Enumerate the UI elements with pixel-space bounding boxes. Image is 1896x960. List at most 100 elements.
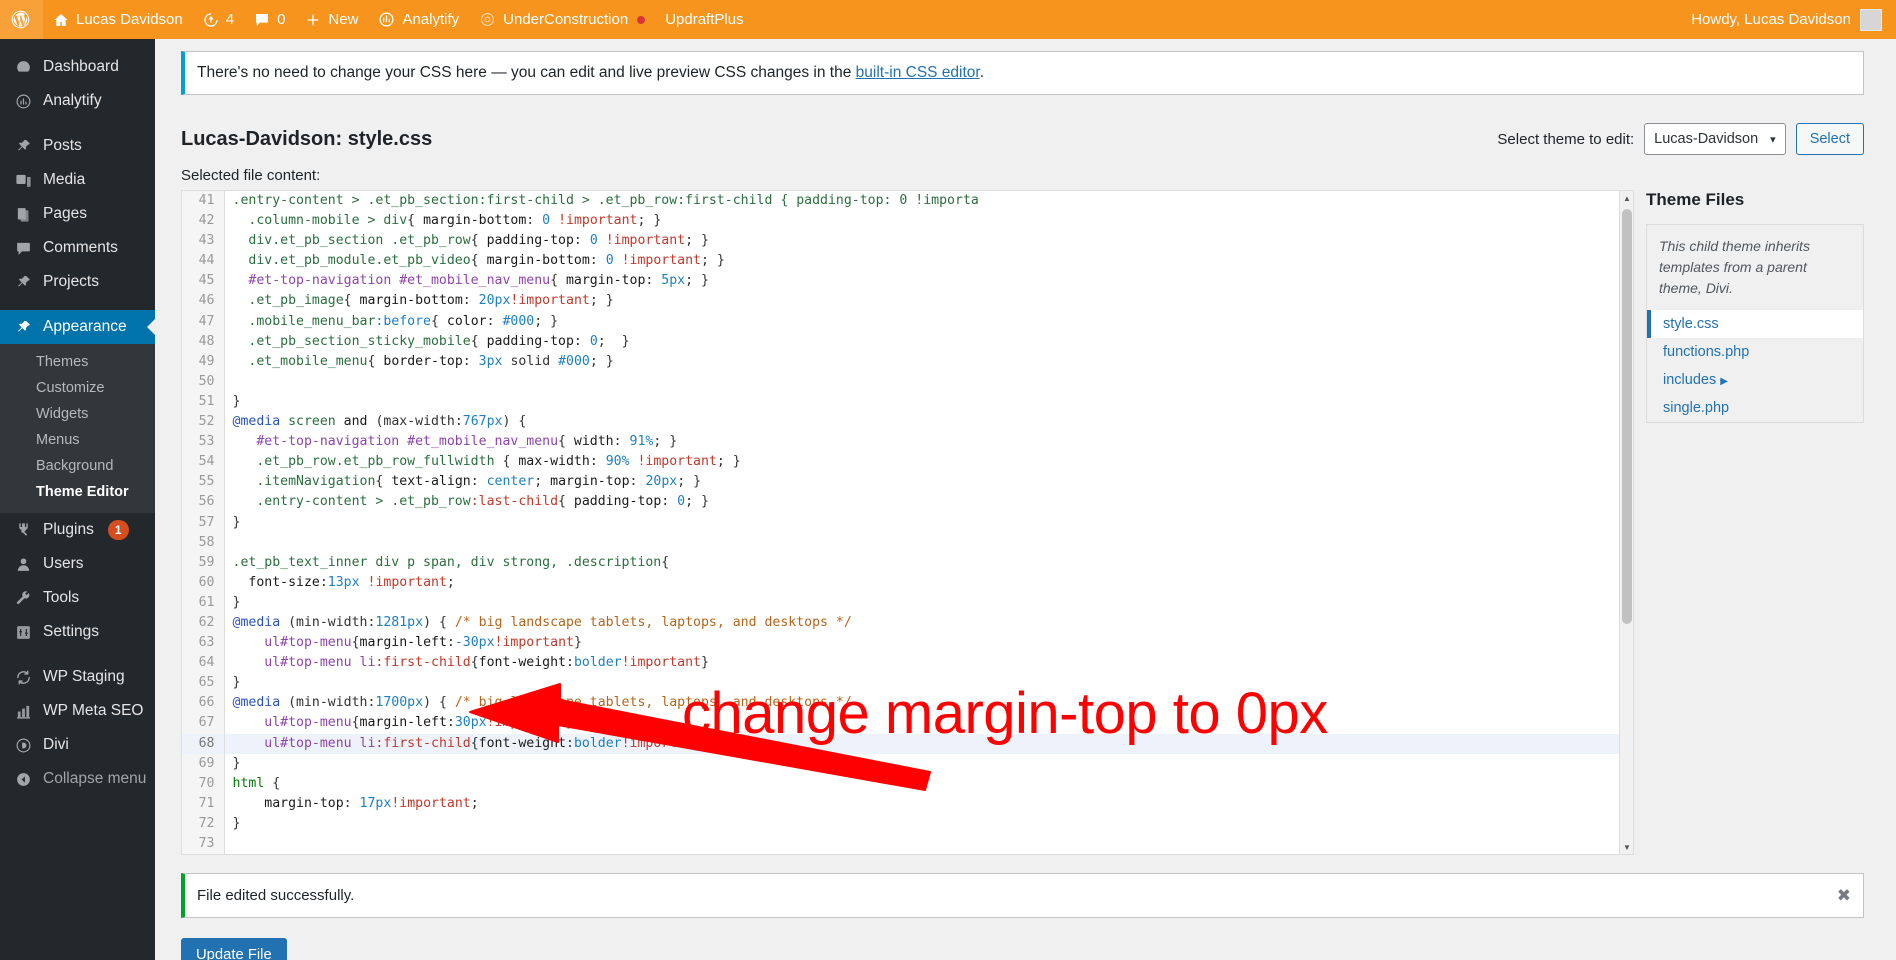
code-line-content[interactable]: .et_pb_row.et_pb_row_fullwidth { max-wid…: [224, 452, 1619, 472]
updraftplus-menu[interactable]: UpdraftPlus: [655, 0, 753, 39]
code-line-content[interactable]: [224, 372, 1619, 392]
code-line[interactable]: 61}: [182, 592, 1619, 613]
code-line[interactable]: 64 ul#top-menu li:first-child{font-weigh…: [182, 653, 1619, 674]
code-line-content[interactable]: div.et_pb_section .et_pb_row{ padding-to…: [224, 231, 1619, 251]
code-line[interactable]: 71 margin-top: 17px!important;: [182, 793, 1619, 814]
code-line[interactable]: 52 @media screen and (max-width:767px) {: [182, 412, 1619, 433]
code-line-content[interactable]: #et-top-navigation #et_mobile_nav_menu{ …: [224, 271, 1619, 291]
sidebar-subitem-widgets[interactable]: Widgets: [0, 401, 155, 427]
code-line[interactable]: 49 .et_mobile_menu{ border-top: 3px soli…: [182, 351, 1619, 372]
theme-select-dropdown[interactable]: Lucas-Davidson ▾: [1644, 123, 1786, 155]
code-line-content[interactable]: .et_pb_text_inner div p span, div strong…: [224, 553, 1619, 573]
sidebar-item-users[interactable]: Users: [0, 547, 155, 581]
scrollbar-up-arrow-icon[interactable]: ▲: [1620, 191, 1633, 205]
site-name-menu[interactable]: Lucas Davidson: [43, 0, 193, 39]
code-line[interactable]: 50: [182, 371, 1619, 392]
sidebar-item-divi[interactable]: Divi: [0, 728, 155, 762]
code-line[interactable]: 72}: [182, 813, 1619, 834]
sidebar-item-appearance[interactable]: Appearance: [0, 310, 155, 344]
code-line-content[interactable]: html {: [224, 774, 1619, 794]
updates-menu[interactable]: 4: [193, 0, 244, 39]
sidebar-item-wp-staging[interactable]: WP Staging: [0, 660, 155, 694]
code-line-content[interactable]: }: [224, 392, 1619, 412]
code-line[interactable]: 60 font-size:13px !important;: [182, 572, 1619, 593]
code-line[interactable]: 57}: [182, 512, 1619, 533]
code-line[interactable]: 54 .et_pb_row.et_pb_row_fullwidth { max-…: [182, 452, 1619, 473]
sidebar-subitem-customize[interactable]: Customize: [0, 375, 155, 401]
sidebar-item-wp-meta-seo[interactable]: WP Meta SEO: [0, 694, 155, 728]
code-line[interactable]: 42 .column-mobile > div{ margin-bottom: …: [182, 211, 1619, 232]
code-line-content[interactable]: }: [224, 814, 1619, 834]
new-content-menu[interactable]: New: [295, 0, 368, 39]
sidebar-subitem-theme-editor[interactable]: Theme Editor: [0, 479, 155, 505]
sidebar-item-posts[interactable]: Posts: [0, 129, 155, 163]
code-line[interactable]: 41 .entry-content > .et_pb_section:first-…: [182, 191, 1619, 212]
analytify-menu[interactable]: Analytify: [368, 0, 469, 39]
code-line[interactable]: 73: [182, 834, 1619, 854]
code-line-content[interactable]: ul#top-menu li:first-child{font-weight:b…: [224, 653, 1619, 673]
code-line[interactable]: 70 html {: [182, 773, 1619, 794]
code-line[interactable]: 66 @media (min-width:1700px) { /* big lan…: [182, 693, 1619, 714]
sidebar-item-settings[interactable]: Settings: [0, 615, 155, 649]
editor-vertical-scrollbar[interactable]: ▲ ▼: [1619, 191, 1633, 854]
code-line-content[interactable]: .et_mobile_menu{ border-top: 3px solid #…: [224, 352, 1619, 372]
code-line-content[interactable]: ul#top-menu{margin-left:30px!important}: [224, 713, 1619, 733]
code-line[interactable]: 51}: [182, 391, 1619, 413]
code-line-content[interactable]: }: [224, 673, 1619, 693]
file-item-single-php[interactable]: single.php: [1647, 394, 1863, 422]
code-line-content[interactable]: [224, 834, 1619, 854]
sidebar-subitem-themes[interactable]: Themes: [0, 349, 155, 375]
code-line-content[interactable]: @media screen and (max-width:767px) {: [224, 412, 1619, 432]
sidebar-item-plugins[interactable]: Plugins 1: [0, 513, 155, 547]
sidebar-item-projects[interactable]: Projects: [0, 265, 155, 299]
code-line-content[interactable]: margin-top: 17px!important;: [224, 794, 1619, 814]
code-line-content[interactable]: .mobile_menu_bar:before{ color: #000; }: [224, 312, 1619, 332]
sidebar-item-pages[interactable]: Pages: [0, 197, 155, 231]
code-line[interactable]: 67 ul#top-menu{margin-left:30px!importan…: [182, 713, 1619, 734]
sidebar-item-media[interactable]: Media: [0, 163, 155, 197]
sidebar-subitem-menus[interactable]: Menus: [0, 427, 155, 453]
sidebar-item-comments[interactable]: Comments: [0, 231, 155, 265]
code-line-content[interactable]: .itemNavigation{ text-align: center; mar…: [224, 472, 1619, 492]
comments-menu[interactable]: 0: [244, 0, 295, 39]
code-line[interactable]: 68 ul#top-menu li:first-child{font-weigh…: [182, 733, 1619, 754]
sidebar-item-collapse-menu[interactable]: Collapse menu: [0, 762, 155, 796]
code-line[interactable]: 46 .et_pb_image{ margin-bottom: 20px!imp…: [182, 291, 1619, 312]
code-line-content[interactable]: }: [224, 754, 1619, 774]
update-file-button[interactable]: Update File: [181, 938, 287, 960]
file-item-includes-folder[interactable]: includes ▶: [1647, 366, 1863, 394]
code-line-content[interactable]: .entry-content > .et_pb_section:first-ch…: [224, 191, 1619, 211]
file-item-style-css[interactable]: style.css: [1647, 310, 1863, 338]
code-line[interactable]: 43 div.et_pb_section .et_pb_row{ padding…: [182, 231, 1619, 252]
code-line-content[interactable]: .column-mobile > div{ margin-bottom: 0 !…: [224, 211, 1619, 231]
code-editor[interactable]: 41 .entry-content > .et_pb_section:first-…: [181, 190, 1634, 855]
file-item-functions-php[interactable]: functions.php: [1647, 338, 1863, 366]
scrollbar-down-arrow-icon[interactable]: ▼: [1620, 840, 1633, 854]
code-line-content[interactable]: ul#top-menu{margin-left:-30px!important}: [224, 633, 1619, 653]
code-line[interactable]: 65}: [182, 673, 1619, 694]
sidebar-item-dashboard[interactable]: Dashboard: [0, 50, 155, 84]
code-line[interactable]: 62 @media (min-width:1281px) { /* big lan…: [182, 612, 1619, 634]
code-line-content[interactable]: .entry-content > .et_pb_row:last-child{ …: [224, 492, 1619, 512]
my-account-menu[interactable]: Howdy, Lucas Davidson: [1691, 8, 1896, 31]
code-line[interactable]: 45 #et-top-navigation #et_mobile_nav_men…: [182, 271, 1619, 292]
code-line[interactable]: 69}: [182, 753, 1619, 774]
code-line[interactable]: 63 ul#top-menu{margin-left:-30px!importa…: [182, 633, 1619, 654]
code-line[interactable]: 48 .et_pb_section_sticky_mobile{ padding…: [182, 331, 1619, 352]
wordpress-logo-button[interactable]: [0, 0, 43, 39]
code-line-content[interactable]: #et-top-navigation #et_mobile_nav_menu{ …: [224, 432, 1619, 452]
code-line[interactable]: 44 div.et_pb_module.et_pb_video{ margin-…: [182, 251, 1619, 272]
code-line-content[interactable]: [224, 533, 1619, 553]
code-line[interactable]: 47 .mobile_menu_bar:before{ color: #000;…: [182, 311, 1619, 332]
select-theme-button[interactable]: Select: [1795, 123, 1864, 155]
underconstruction-menu[interactable]: UnderConstruction: [469, 0, 655, 39]
code-line[interactable]: 56 .entry-content > .et_pb_row:last-chil…: [182, 492, 1619, 513]
code-line[interactable]: 55 .itemNavigation{ text-align: center; …: [182, 472, 1619, 493]
sidebar-subitem-background[interactable]: Background: [0, 453, 155, 479]
built-in-css-editor-link[interactable]: built-in CSS editor: [856, 64, 980, 81]
code-line[interactable]: 58: [182, 532, 1619, 553]
code-line-content[interactable]: div.et_pb_module.et_pb_video{ margin-bot…: [224, 251, 1619, 271]
scrollbar-thumb[interactable]: [1622, 209, 1632, 624]
code-line-content[interactable]: }: [224, 593, 1619, 613]
code-line[interactable]: 59 .et_pb_text_inner div p span, div stro…: [182, 552, 1619, 573]
